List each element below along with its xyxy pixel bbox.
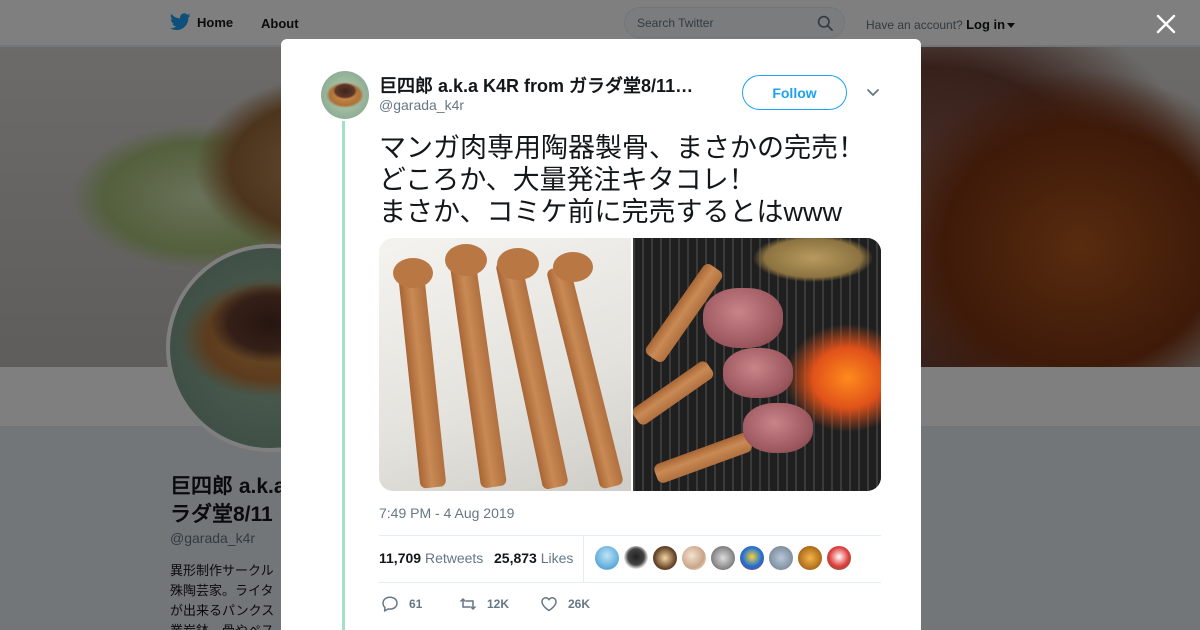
retweet-button[interactable]: 12K bbox=[459, 595, 509, 613]
meat-shape bbox=[743, 403, 813, 453]
bone-shape bbox=[553, 252, 593, 282]
tweet-stats: 11,709 Retweets 25,873 Likes bbox=[379, 536, 881, 582]
like-icon bbox=[541, 597, 557, 612]
retweet-icon bbox=[459, 597, 477, 611]
liker-avatar[interactable] bbox=[595, 546, 619, 570]
like-count: 26K bbox=[568, 597, 591, 611]
liker-avatar[interactable] bbox=[624, 546, 648, 570]
author-avatar[interactable] bbox=[321, 71, 369, 119]
retweets-stat[interactable]: 11,709 Retweets bbox=[379, 550, 483, 566]
author-handle[interactable]: @garada_k4r bbox=[379, 97, 464, 113]
close-icon[interactable] bbox=[1156, 14, 1176, 34]
tweet-actions: 61 12K 26K bbox=[379, 595, 881, 619]
bone-shape bbox=[397, 267, 447, 489]
chevron-down-icon[interactable] bbox=[866, 87, 880, 99]
liker-avatar[interactable] bbox=[827, 546, 851, 570]
liker-avatar[interactable] bbox=[682, 546, 706, 570]
bone-shape bbox=[448, 255, 508, 489]
liker-avatars bbox=[595, 546, 856, 570]
like-button[interactable]: 26K bbox=[540, 595, 590, 613]
thread-line bbox=[342, 121, 345, 630]
meat-shape bbox=[723, 348, 793, 398]
follow-button[interactable]: Follow bbox=[742, 75, 847, 110]
divider bbox=[379, 582, 881, 583]
stats-separator bbox=[583, 536, 584, 582]
bone-shape bbox=[652, 431, 754, 485]
likes-label: Likes bbox=[540, 550, 574, 566]
reply-button[interactable]: 61 bbox=[381, 595, 422, 613]
bone-shape bbox=[633, 358, 716, 428]
likes-count: 25,873 bbox=[494, 550, 537, 566]
bone-shape bbox=[393, 258, 433, 288]
retweet-count: 12K bbox=[487, 597, 510, 611]
tweet-photo-ceramic-bones[interactable] bbox=[379, 238, 631, 491]
liker-avatar[interactable] bbox=[798, 546, 822, 570]
bone-shape bbox=[497, 248, 539, 280]
author-name[interactable]: 巨四郎 a.k.a K4R from ガラダ堂8/11… bbox=[379, 72, 709, 98]
tweet-photo-grilled-meat[interactable] bbox=[633, 238, 881, 491]
reply-icon bbox=[382, 596, 398, 612]
liker-avatar[interactable] bbox=[653, 546, 677, 570]
liker-avatar[interactable] bbox=[711, 546, 735, 570]
meat-shape bbox=[703, 288, 783, 348]
tweet-timestamp[interactable]: 7:49 PM - 4 Aug 2019 bbox=[379, 505, 514, 521]
bone-shape bbox=[445, 244, 487, 276]
retweets-label: Retweets bbox=[424, 550, 484, 566]
reply-count: 61 bbox=[409, 597, 423, 611]
likes-stat[interactable]: 25,873 Likes bbox=[494, 550, 573, 566]
tweet-media bbox=[379, 238, 881, 491]
tweet-modal: 巨四郎 a.k.a K4R from ガラダ堂8/11… @garada_k4r… bbox=[281, 39, 921, 630]
retweets-count: 11,709 bbox=[379, 550, 422, 566]
liker-avatar[interactable] bbox=[769, 546, 793, 570]
liker-avatar[interactable] bbox=[740, 546, 764, 570]
tweet-text: マンガ肉専用陶器製骨、まさかの完売！ どころか、大量発注キタコレ！ まさか、コミ… bbox=[379, 133, 865, 227]
